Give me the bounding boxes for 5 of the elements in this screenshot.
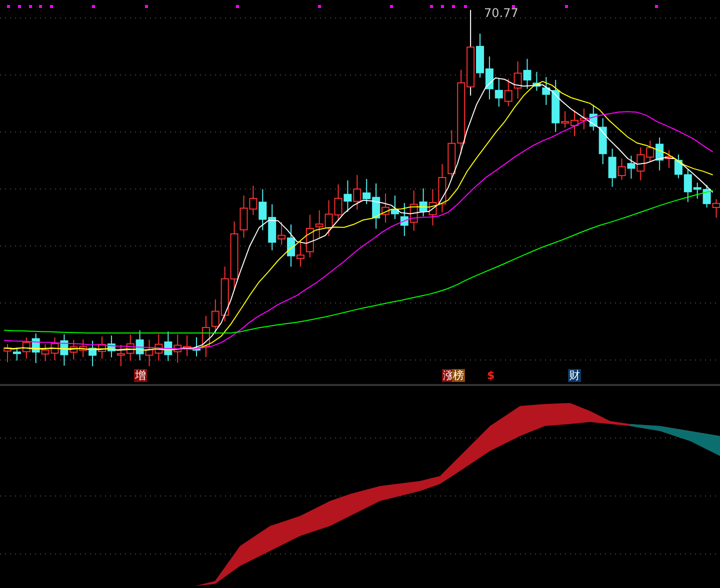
signal-badge: 增 <box>134 369 147 382</box>
signal-symbol: $ <box>486 369 496 382</box>
high-price-label: 70.77 <box>484 6 518 20</box>
signal-badge: 榜 <box>452 369 465 382</box>
signal-badge: 财 <box>568 369 581 382</box>
